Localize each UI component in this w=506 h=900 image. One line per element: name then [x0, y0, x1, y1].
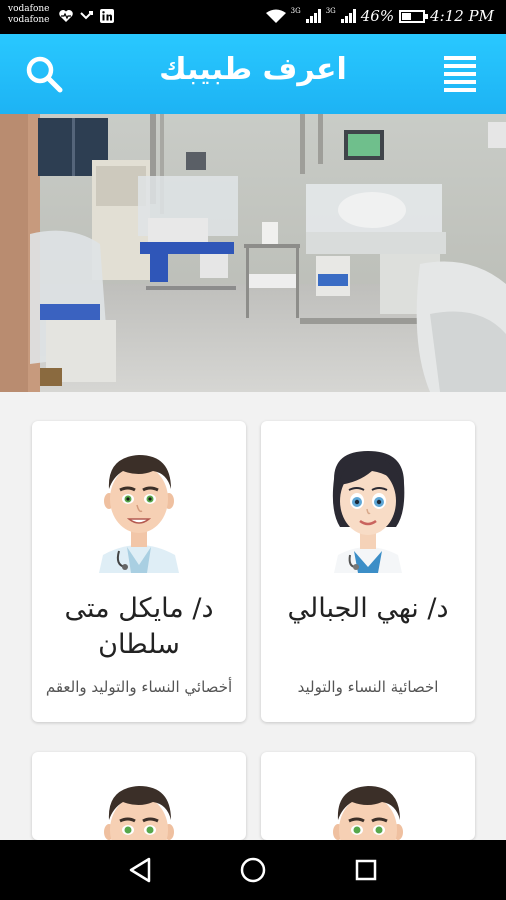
doctor-specialty: أخصائي النساء والتوليد والعقم: [45, 678, 233, 696]
back-button[interactable]: [125, 854, 157, 886]
menu-button[interactable]: [440, 54, 484, 94]
male-doctor-avatar: [89, 774, 189, 840]
hospital-room-illustration: [0, 114, 506, 392]
battery-level: [402, 12, 412, 20]
status-bar: vodafone vodafone 3G 3G 46% 4:12 PM: [0, 0, 506, 34]
female-doctor-avatar: [318, 443, 418, 573]
hero-image: [0, 114, 506, 392]
navigation-bar: [0, 840, 506, 900]
app-bar: اعرف طبيبك: [0, 34, 506, 114]
carrier-2: vodafone: [8, 15, 50, 25]
doctor-name: د/ نهي الجبالي: [287, 593, 449, 624]
battery-percent: 46%: [360, 7, 395, 25]
signal-1-icon: [305, 9, 321, 23]
linkedin-icon: [100, 9, 114, 23]
doctor-card[interactable]: [261, 752, 475, 840]
clock: 4:12 PM: [430, 7, 494, 25]
home-button[interactable]: [237, 854, 269, 886]
male-doctor-avatar: [318, 774, 418, 840]
home-icon: [240, 857, 266, 883]
status-right: 3G 3G 46% 4:12 PM: [265, 7, 494, 25]
male-doctor-avatar: [89, 443, 189, 573]
doctor-card[interactable]: د/ مايكل متى سلطان أخصائي النساء والتولي…: [32, 421, 246, 722]
back-icon: [129, 857, 151, 883]
doctor-specialty: اخصائية النساء والتوليد: [297, 678, 439, 696]
network-type-2: 3G: [325, 7, 336, 15]
doctor-card[interactable]: د/ نهي الجبالي اخصائية النساء والتوليد: [261, 421, 475, 722]
doctor-card[interactable]: [32, 752, 246, 840]
battery-icon: [399, 9, 429, 23]
recents-button[interactable]: [350, 854, 382, 886]
wifi-icon: [265, 9, 286, 23]
doctor-name: د/ مايكل متى سلطان: [64, 593, 214, 660]
carrier-1: vodafone: [8, 4, 50, 14]
recents-icon: [355, 859, 377, 881]
page-title: اعرف طبيبك: [159, 52, 347, 87]
notification-icons: [58, 9, 114, 23]
missed-call-icon: [80, 11, 93, 20]
heart-rate-icon: [59, 10, 73, 22]
signal-2-icon: [340, 9, 356, 23]
menu-icon: [444, 56, 476, 92]
network-type-1: 3G: [290, 7, 301, 15]
carrier-labels: vodafone vodafone: [8, 4, 50, 26]
